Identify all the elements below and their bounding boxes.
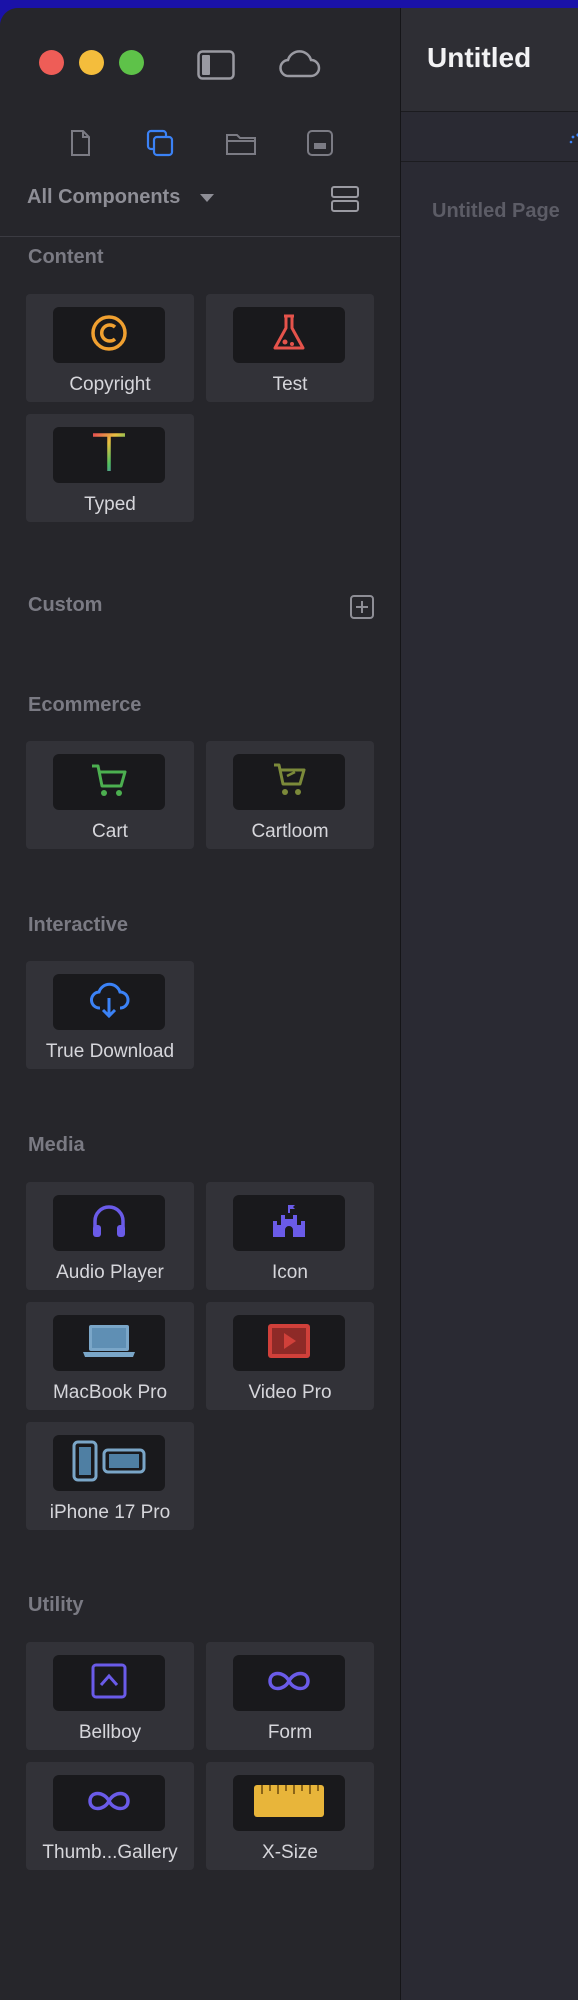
sidebar-tabs — [0, 118, 400, 168]
component-tile-icon[interactable]: Icon — [206, 1182, 374, 1290]
component-tile-bellboy[interactable]: Bellboy — [26, 1642, 194, 1750]
media-icon[interactable] — [305, 128, 335, 158]
component-filter: All Components — [0, 172, 400, 237]
component-label: MacBook Pro — [52, 1382, 168, 1403]
component-label: Audio Player — [56, 1262, 164, 1283]
section-title-utility: Utility — [28, 1594, 84, 1616]
component-label: Form — [267, 1722, 313, 1743]
component-tile-form[interactable]: Form — [206, 1642, 374, 1750]
component-label: X-Size — [262, 1842, 318, 1863]
section-title-custom: Custom — [28, 594, 103, 616]
section-title-interactive: Interactive — [28, 914, 129, 936]
component-label: Cart — [92, 821, 128, 842]
component-tile-x-size[interactable]: X-Size — [206, 1762, 374, 1870]
component-label: Bellboy — [78, 1722, 142, 1743]
component-tile-true-download[interactable]: True Download — [26, 961, 194, 1069]
section-title-media: Media — [28, 1134, 85, 1156]
component-tile-iphone-17-pro[interactable]: iPhone 17 Pro — [26, 1422, 194, 1530]
canvas-toolbar — [401, 112, 578, 162]
infinity-icon — [266, 1666, 312, 1701]
component-label: Icon — [272, 1262, 308, 1283]
cartloom-icon — [269, 760, 309, 805]
components-icon[interactable] — [145, 128, 175, 158]
component-label: Copyright — [69, 374, 151, 395]
component-label: Typed — [84, 494, 136, 515]
filter-dropdown[interactable]: All Components — [27, 186, 180, 209]
phone-devices-icon — [71, 1440, 147, 1487]
document-icon[interactable] — [65, 128, 95, 158]
sidebar-toggle-icon[interactable] — [197, 50, 235, 85]
flask-icon — [271, 313, 307, 358]
folder-icon[interactable] — [225, 128, 256, 158]
component-tile-typed[interactable]: Typed — [26, 414, 194, 522]
cloud-icon[interactable] — [278, 48, 322, 85]
section-title-content: Content — [28, 246, 104, 268]
castle-icon — [269, 1201, 309, 1246]
headphones-icon — [89, 1201, 129, 1246]
app-window: All Components Content Copyright Test Ty… — [0, 8, 578, 2000]
component-label: Video Pro — [248, 1382, 332, 1403]
video-play-icon — [266, 1321, 312, 1366]
component-tile-cartloom[interactable]: Cartloom — [206, 741, 374, 849]
component-tile-macbook-pro[interactable]: MacBook Pro — [26, 1302, 194, 1410]
zoom-window-button[interactable] — [119, 50, 144, 75]
minimize-window-button[interactable] — [79, 50, 104, 75]
laptop-icon — [81, 1321, 137, 1366]
ruler-icon — [252, 1781, 326, 1826]
chevron-down-icon[interactable] — [200, 194, 214, 202]
section-title-ecommerce: Ecommerce — [28, 694, 142, 716]
component-label: iPhone 17 Pro — [49, 1502, 171, 1523]
copyright-icon — [89, 313, 129, 358]
component-tile-copyright[interactable]: Copyright — [26, 294, 194, 402]
sidebar: All Components Content Copyright Test Ty… — [0, 8, 401, 2000]
add-custom-button[interactable] — [350, 595, 374, 619]
close-window-button[interactable] — [39, 50, 64, 75]
component-tile-cart[interactable]: Cart — [26, 741, 194, 849]
component-tile-test[interactable]: Test — [206, 294, 374, 402]
cart-icon — [89, 760, 129, 805]
cloud-download-icon — [88, 980, 130, 1025]
component-tile-audio-player[interactable]: Audio Player — [26, 1182, 194, 1290]
title-bar: Untitled — [401, 8, 578, 112]
chevron-up-square-icon — [89, 1661, 129, 1706]
component-label: True Download — [45, 1041, 175, 1062]
infinity-icon — [86, 1786, 132, 1821]
page-name-label[interactable]: Untitled Page — [432, 200, 560, 223]
component-label: Cartloom — [251, 821, 329, 842]
component-label: Thumb...Gallery — [42, 1842, 178, 1863]
layout-toggle-icon[interactable] — [330, 185, 360, 218]
main-canvas: Untitled Untitled Page — [401, 8, 578, 2000]
component-tile-video-pro[interactable]: Video Pro — [206, 1302, 374, 1410]
typed-text-icon — [89, 431, 129, 480]
document-title: Untitled — [427, 42, 532, 73]
component-label: Test — [272, 374, 308, 395]
loading-spinner-icon — [568, 132, 578, 158]
component-tile-thumb-gallery[interactable]: Thumb...Gallery — [26, 1762, 194, 1870]
